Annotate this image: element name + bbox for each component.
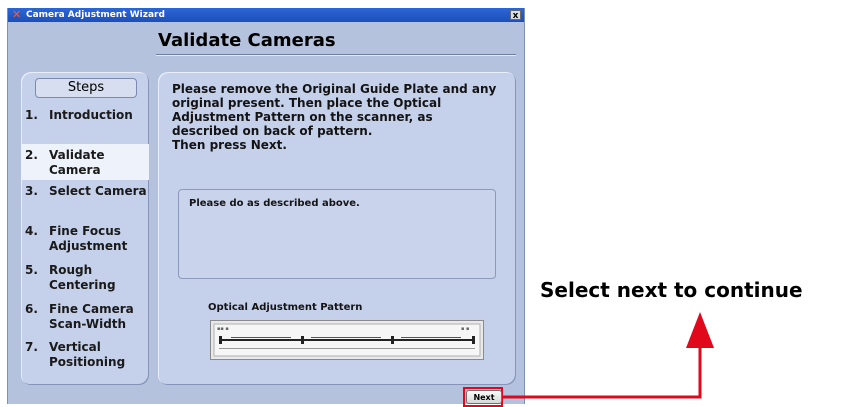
annotation-text: Select next to continue [540,278,803,302]
annotation-arrow [503,312,714,399]
